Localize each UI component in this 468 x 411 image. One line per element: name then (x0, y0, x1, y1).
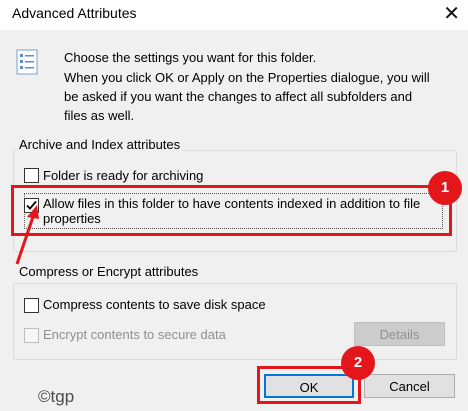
step-badge-1: 1 (428, 171, 462, 205)
watermark: ©tgp (38, 387, 75, 406)
annotation-arrow (15, 205, 39, 265)
step-badge-2: 2 (341, 346, 375, 380)
advanced-attributes-dialog: Advanced Attributes ✕ Choose the setting… (0, 0, 468, 411)
